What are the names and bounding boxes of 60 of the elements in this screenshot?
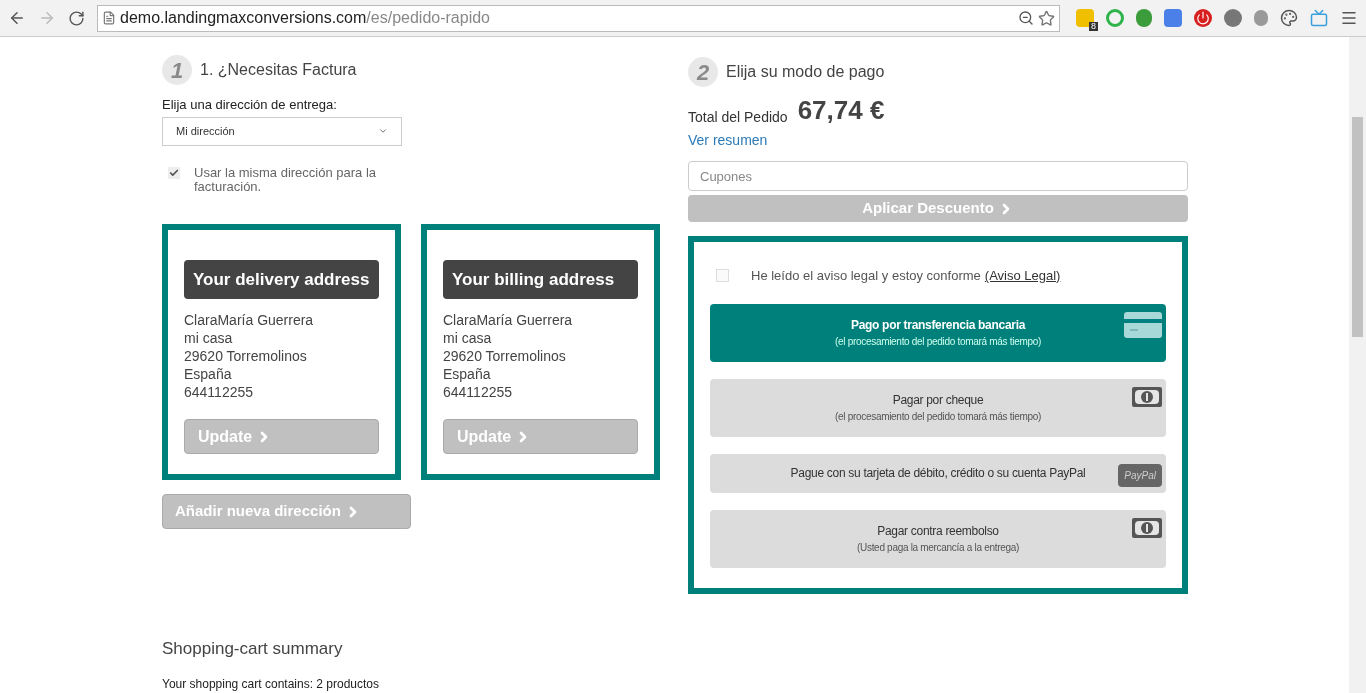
address-line: ClaraMaría Guerrera (184, 311, 315, 329)
payment-option[interactable]: Pagar por cheque (el procesamiento del pedido tomará más tiempo) (710, 378, 1166, 437)
palette-icon[interactable] (1280, 9, 1298, 27)
payment-note: (Usted paga la mercancía a la entrega) (857, 541, 1019, 555)
payment-title: Pague con su tarjeta de débito, crédito o su cuenta PayPal (790, 465, 1086, 482)
address-line: 644112255 (184, 383, 255, 401)
scrollbar-thumb[interactable] (1352, 117, 1363, 337)
credit-card-icon (1124, 311, 1162, 338)
banknote-icon (1132, 517, 1162, 538)
section-title: Elija su modo de pago (726, 62, 885, 82)
address-line: mi casa (443, 329, 493, 347)
select-label: Elija una dirección de entrega: (162, 96, 338, 114)
dropdown-caret-icon (378, 126, 388, 136)
address-title: Your delivery address (184, 259, 379, 299)
address-line: 29620 Torremolinos (184, 347, 308, 365)
address-bar[interactable]: demo.landingmaxconversions.com/es/pedido-rapido (97, 4, 1060, 32)
address-line: 644112255 (443, 383, 514, 401)
zoom-out-icon[interactable] (1018, 10, 1034, 26)
banknote-icon (1132, 386, 1162, 407)
same-address-label: Usar la misma dirección para la facturación. (194, 165, 378, 194)
coupon-field[interactable]: Cupones (688, 161, 1188, 191)
address-line: España (443, 365, 492, 383)
payment-title: Pago por transferencia bancaria (850, 317, 1026, 334)
menu-icon[interactable] (1340, 9, 1358, 27)
cart-title: Shopping-cart summary (162, 637, 344, 660)
tv-icon[interactable] (1310, 9, 1328, 27)
step-number: 2 (688, 57, 718, 87)
payment-option[interactable]: Pague con su tarjeta de débito, crédito o su cuenta PayPal PayPal (710, 453, 1166, 493)
legal-checkbox[interactable] (716, 269, 729, 283)
payment-title: Pagar por cheque (892, 392, 984, 409)
address-line: mi casa (184, 329, 234, 347)
scrollbar[interactable] (1349, 37, 1366, 693)
extension-badge: 8 (1089, 22, 1098, 31)
power-icon[interactable] (1194, 9, 1212, 27)
address-line: ClaraMaría Guerrera (443, 311, 574, 329)
payment-title: Pagar contra reembolso (877, 523, 999, 540)
address-line: 29620 Torremolinos (443, 347, 567, 365)
url-text: demo.landingmaxconversions.com/es/pedido-rapido (120, 8, 490, 28)
total-label: Total del Pedido (688, 108, 788, 127)
payment-option[interactable]: Pagar contra reembolso (Usted paga la mercancía a la entrega) (710, 509, 1166, 568)
legal-link[interactable]: (Aviso Legal) (984, 266, 1061, 286)
section-title: 1. ¿Necesitas Factura (200, 60, 357, 80)
address-title: Your billing address (443, 259, 638, 299)
address-line: España (184, 365, 233, 383)
payment-note: (el procesamiento del pedido tomará más tiempo) (835, 410, 1041, 424)
payment-note: (el procesamiento del pedido tomará más tiempo) (835, 335, 1041, 349)
step-number: 1 (162, 55, 192, 85)
paypal-icon: PayPal (1118, 463, 1162, 487)
summary-link[interactable]: Ver resumen (688, 130, 1188, 151)
star-icon[interactable] (1038, 9, 1055, 27)
back-icon[interactable] (8, 9, 26, 27)
check-icon (169, 167, 179, 178)
page-icon (102, 11, 116, 25)
total-amount: 67,74 € (797, 94, 885, 127)
legal-text: He leído el aviso legal y estoy conforme (751, 267, 981, 285)
cart-text: Your shopping cart contains: 2 productos (162, 676, 381, 693)
payment-option[interactable]: Pago por transferencia bancaria (el procesamiento del pedido tomará más tiempo) (710, 303, 1166, 362)
reload-icon[interactable] (68, 9, 85, 27)
same-address-checkbox[interactable] (168, 166, 180, 179)
address-select[interactable]: Mi dirección (162, 116, 402, 146)
